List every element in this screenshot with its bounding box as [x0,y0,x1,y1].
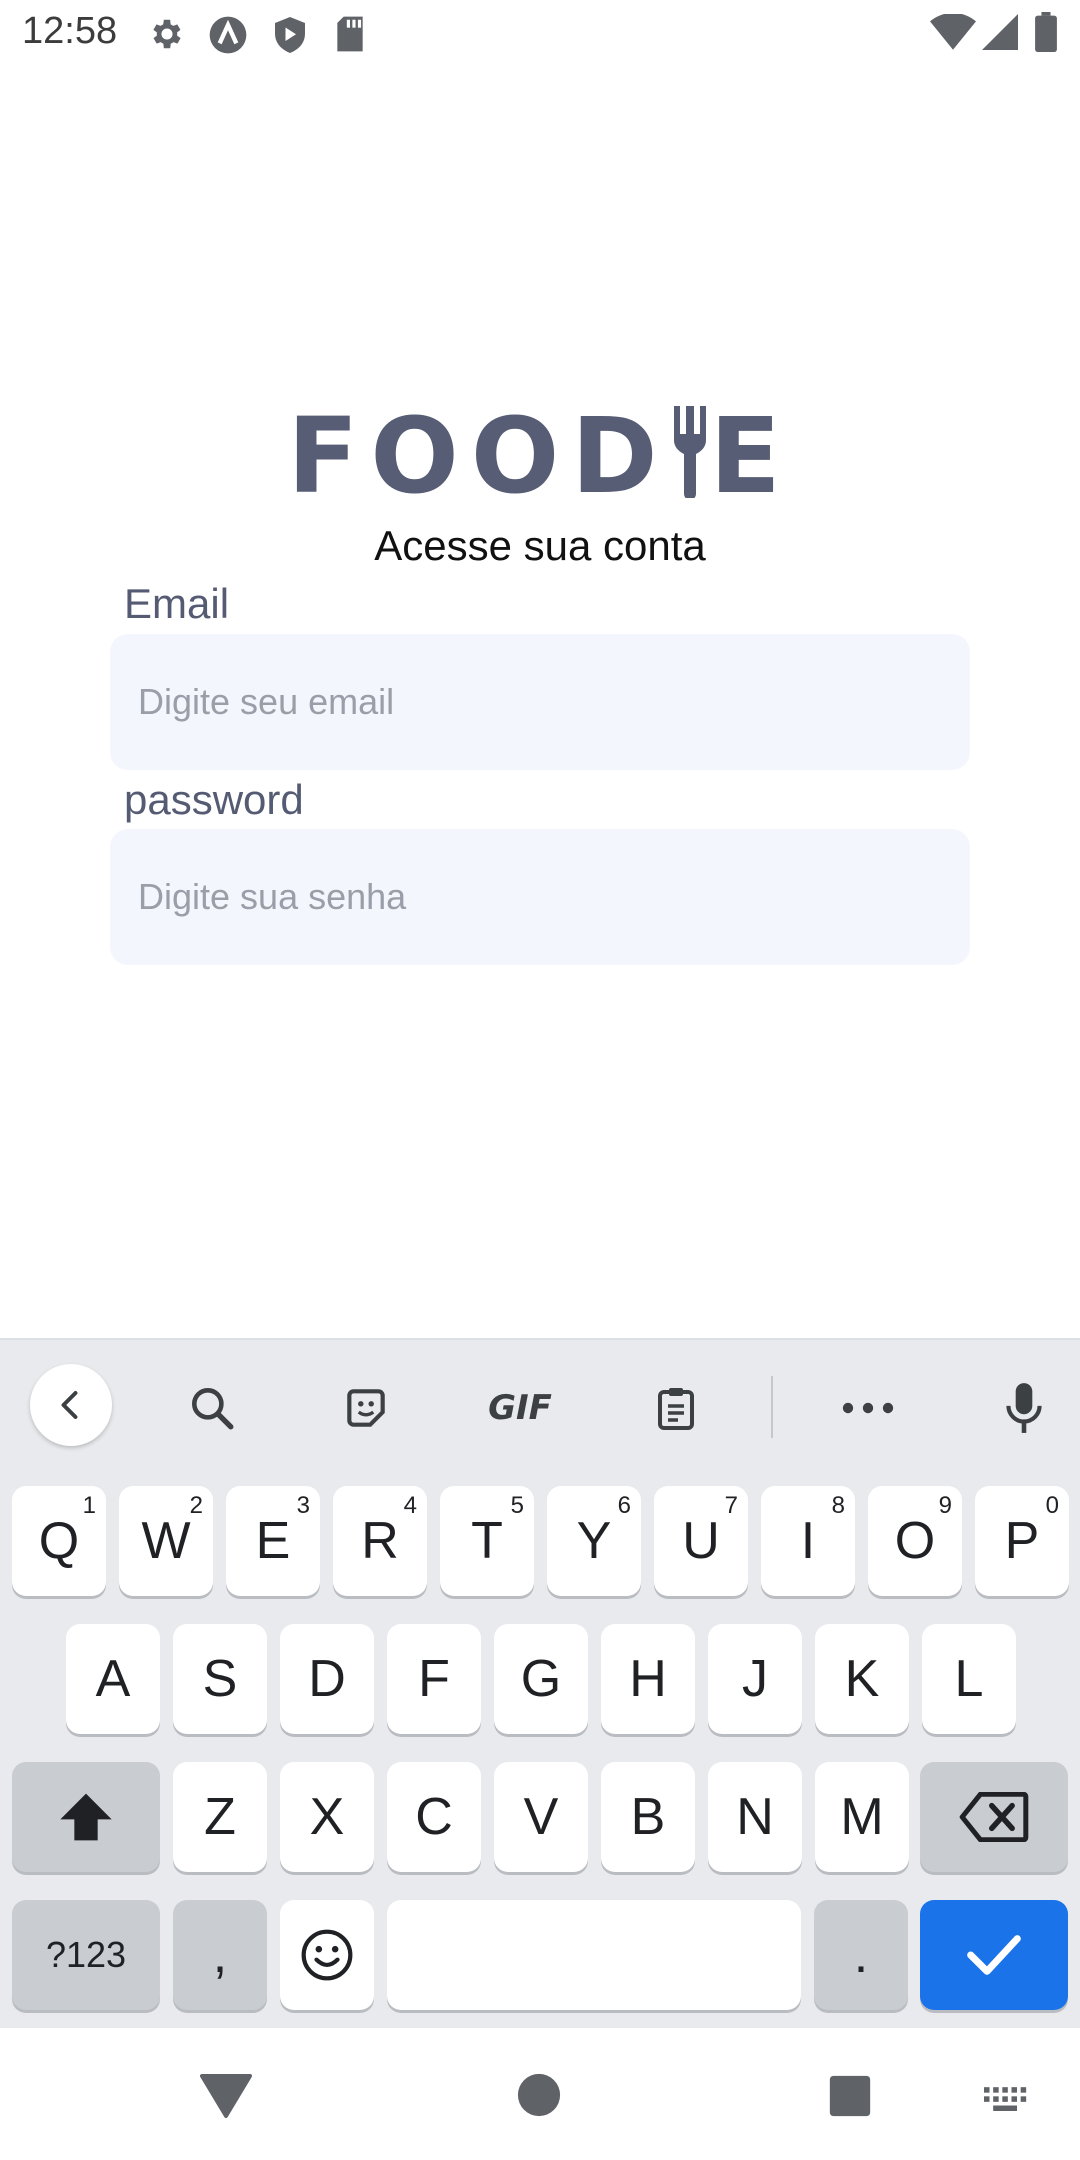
key-v[interactable]: V [494,1762,588,1872]
battery-icon [1034,12,1058,57]
key-d[interactable]: D [280,1624,374,1734]
keyboard-toolbar: GIF [0,1340,1080,1470]
home-circle-icon[interactable] [516,2072,562,2118]
key-q[interactable]: Q1 [12,1486,106,1596]
status-time: 12:58 [22,10,118,52]
a-logo-icon [208,15,248,60]
emoji-icon [301,1929,353,1981]
logo-text-left: FOOD [287,395,670,517]
key-b[interactable]: B [601,1762,695,1872]
key-k[interactable]: K [815,1624,909,1734]
navigation-bar [0,2028,1080,2160]
shift-key[interactable] [12,1762,160,1872]
email-field[interactable] [110,634,970,770]
gif-label: GIF [488,1388,552,1428]
emoji-key[interactable] [280,1900,374,2010]
toolbar-divider [771,1376,773,1438]
enter-key[interactable] [920,1900,1068,2010]
page-subtitle: Acesse sua conta [374,522,706,569]
key-t[interactable]: T5 [440,1486,534,1596]
key-u[interactable]: U7 [654,1486,748,1596]
password-label: password [124,776,304,823]
sticker-icon[interactable] [326,1368,406,1448]
gif-icon[interactable]: GIF [478,1368,562,1448]
foodie-logo: FOOD E [0,395,1080,523]
key-s[interactable]: S [173,1624,267,1734]
space-key[interactable] [387,1900,801,2010]
key-l[interactable]: L [922,1624,1016,1734]
shift-icon [60,1793,112,1841]
key-h[interactable]: H [601,1624,695,1734]
recents-square-icon[interactable] [828,2074,872,2118]
fork-icon [670,401,710,523]
key-p[interactable]: P0 [975,1486,1069,1596]
gear-icon [148,15,186,58]
signal-icon [982,14,1018,55]
key-a[interactable]: A [66,1624,160,1734]
key-f[interactable]: F [387,1624,481,1734]
wifi-icon [930,12,976,55]
password-input[interactable] [138,876,970,918]
key-w[interactable]: W2 [119,1486,213,1596]
shield-play-icon [272,15,308,60]
key-o[interactable]: O9 [868,1486,962,1596]
period-key[interactable]: . [814,1900,908,2010]
key-x[interactable]: X [280,1762,374,1872]
key-y[interactable]: Y6 [547,1486,641,1596]
key-n[interactable]: N [708,1762,802,1872]
soft-keyboard: GIF Q1 W2 E3 R4 T5 Y6 U7 I8 O9 P0 A S D … [0,1338,1080,2028]
check-icon [967,1935,1021,1975]
email-label: Email [124,580,230,627]
key-e[interactable]: E3 [226,1486,320,1596]
back-chevron-icon[interactable] [30,1364,112,1446]
email-input[interactable] [138,681,970,723]
more-icon[interactable] [828,1368,908,1448]
keyboard-switch-icon[interactable] [984,2086,1028,2114]
key-c[interactable]: C [387,1762,481,1872]
key-m[interactable]: M [815,1762,909,1872]
mic-icon[interactable] [984,1368,1064,1448]
status-bar: 12:58 [0,0,1080,66]
key-g[interactable]: G [494,1624,588,1734]
backspace-icon [959,1792,1029,1842]
logo-text-right: E [709,395,793,517]
comma-key[interactable]: , [173,1900,267,2010]
symbols-key[interactable]: ?123 [12,1900,160,2010]
sd-card-icon [334,15,366,58]
key-r[interactable]: R4 [333,1486,427,1596]
backspace-key[interactable] [920,1762,1068,1872]
back-triangle-icon[interactable] [200,2072,252,2120]
search-icon[interactable] [172,1368,252,1448]
clipboard-icon[interactable] [636,1368,716,1448]
password-field[interactable] [110,829,970,965]
key-j[interactable]: J [708,1624,802,1734]
key-z[interactable]: Z [173,1762,267,1872]
key-i[interactable]: I8 [761,1486,855,1596]
